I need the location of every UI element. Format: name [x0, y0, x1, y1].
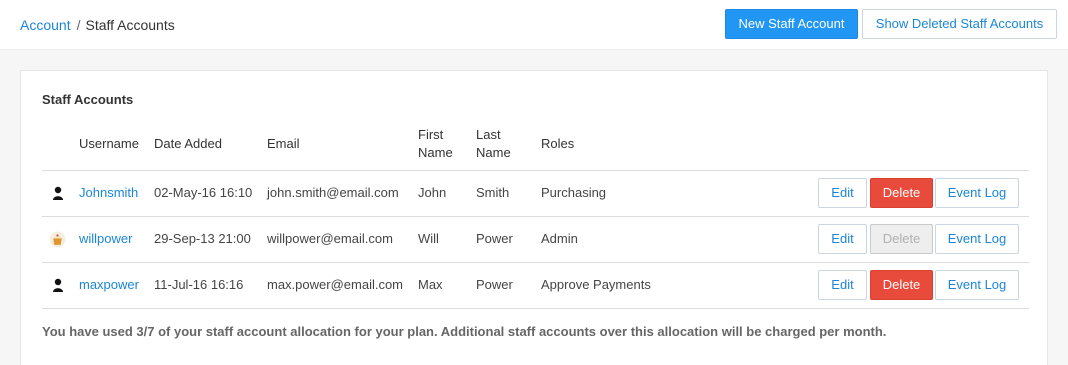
first-name: John	[418, 185, 447, 200]
row-divider	[42, 308, 1029, 309]
column-header-roles: Roles	[541, 136, 575, 151]
username-link[interactable]: willpower	[79, 230, 132, 248]
email: max.power@email.com	[267, 277, 404, 292]
breadcrumb: Account / Staff Accounts	[20, 16, 175, 34]
event-log-button[interactable]: Event Log	[935, 178, 1019, 208]
first-name: Max	[418, 277, 443, 292]
row-divider	[42, 216, 1029, 217]
breadcrumb-account-link[interactable]: Account	[20, 17, 71, 33]
event-log-button[interactable]: Event Log	[935, 224, 1019, 254]
date-added: 29-Sep-13 21:00	[154, 231, 251, 246]
delete-button[interactable]: Delete	[870, 178, 933, 208]
staff-accounts-panel: Staff Accounts Username Date Added Email…	[20, 70, 1048, 365]
cupcake-avatar-icon	[49, 231, 66, 248]
column-header-username: Username	[79, 136, 139, 151]
roles: Approve Payments	[541, 277, 651, 292]
roles: Admin	[541, 231, 578, 246]
breadcrumb-separator: /	[76, 17, 81, 33]
delete-button-disabled[interactable]: Delete	[870, 224, 933, 254]
new-staff-account-button[interactable]: New Staff Account	[725, 9, 858, 39]
column-header-first-name: First Name	[418, 126, 453, 162]
column-header-last-name-line1: Last	[476, 127, 501, 142]
edit-button[interactable]: Edit	[818, 270, 867, 300]
first-name: Will	[418, 231, 439, 246]
column-header-date-added: Date Added	[154, 136, 222, 151]
date-added: 11-Jul-16 16:16	[154, 277, 244, 292]
column-header-first-name-line2: Name	[418, 145, 453, 160]
column-header-last-name-line2: Name	[476, 145, 511, 160]
edit-button[interactable]: Edit	[818, 224, 867, 254]
panel-title: Staff Accounts	[42, 92, 134, 107]
show-deleted-staff-accounts-button[interactable]: Show Deleted Staff Accounts	[862, 9, 1057, 39]
allocation-notice: You have used 3/7 of your staff account …	[42, 324, 887, 339]
last-name: Smith	[476, 185, 510, 200]
username-link[interactable]: Johnsmith	[79, 184, 138, 202]
breadcrumb-current: Staff Accounts	[85, 17, 175, 33]
delete-button[interactable]: Delete	[870, 270, 933, 300]
roles: Purchasing	[541, 185, 607, 200]
last-name: Power	[476, 277, 513, 292]
email: john.smith@email.com	[267, 185, 399, 200]
column-header-email: Email	[267, 136, 300, 151]
last-name: Power	[476, 231, 513, 246]
person-silhouette-icon	[53, 186, 63, 200]
date-added: 02-May-16 16:10	[154, 185, 253, 200]
column-header-first-name-line1: First	[418, 127, 444, 142]
top-bar: Account / Staff Accounts New Staff Account…	[0, 0, 1068, 50]
email: willpower@email.com	[267, 231, 393, 246]
person-silhouette-icon	[53, 278, 63, 292]
header-divider	[42, 170, 1029, 171]
username-link[interactable]: maxpower	[79, 276, 139, 294]
event-log-button[interactable]: Event Log	[935, 270, 1019, 300]
row-divider	[42, 262, 1029, 263]
column-header-last-name: Last Name	[476, 126, 511, 162]
edit-button[interactable]: Edit	[818, 178, 867, 208]
